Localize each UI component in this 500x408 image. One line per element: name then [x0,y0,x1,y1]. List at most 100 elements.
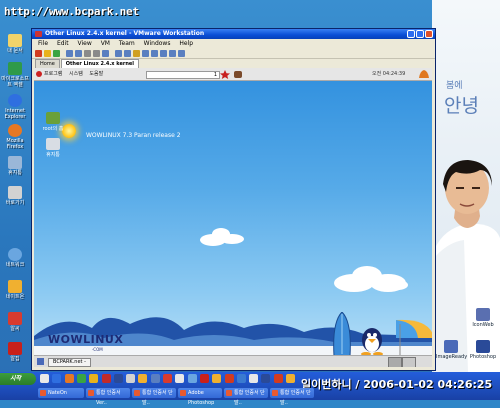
desktop-icon-label: 네트워크 [5,262,25,268]
redhat-menu-icon[interactable] [36,71,42,77]
panel-tray-icon[interactable] [418,69,430,79]
start-button[interactable]: 시작 [0,373,36,385]
toolbar-button-icon[interactable] [66,49,73,57]
desktop-icon-excel[interactable]: 마이크로소프트 엑셀 [0,62,30,88]
desktop-icon-imageready[interactable]: ImageReady [436,340,467,360]
desktop-icon-alsee[interactable]: 알씨 [0,312,30,332]
windows-taskbar: 시작 일이번하니 / 2006-01-02 04:26:25 NateOn 통합… [0,372,500,406]
desktop-icon-shortcut[interactable]: 바로가기 [0,186,30,206]
toolbar-button-icon[interactable] [151,49,158,57]
toolbar-button-icon[interactable] [178,49,185,57]
quick-launch-icon[interactable] [261,374,271,383]
task-cert-3[interactable]: 통합 인증서 단말.. [224,388,268,406]
toolbar-button-icon[interactable] [44,49,51,57]
desktop-icon-network[interactable]: 네트워크 [0,248,30,268]
panel-menu-system[interactable]: 시스템 [69,71,83,77]
quick-launch-icon[interactable] [89,374,99,383]
quick-launch-icon[interactable] [286,374,295,383]
quick-launch-icon[interactable] [236,374,246,383]
menu-windows[interactable]: Windows [144,40,171,47]
quick-launch-icon[interactable] [101,374,111,383]
menu-edit[interactable]: Edit [57,40,69,47]
quick-launch-icon[interactable] [76,374,86,383]
app-icon [476,308,490,321]
wallpaper-text-small: 봄에 [446,81,463,91]
task-photoshop[interactable]: Adobe Photoshop [178,388,222,406]
menu-help[interactable]: Help [179,40,193,47]
desktop-icon-label: 내 문서 [7,48,23,54]
toolbar-button-icon[interactable] [124,49,131,57]
quick-launch-icon[interactable] [150,374,160,383]
desktop-icon-label: IconWeb [472,322,494,328]
toolbar-button-icon[interactable] [115,49,122,57]
menu-file[interactable]: File [38,40,48,47]
task-nateon[interactable]: NateOn [38,388,84,398]
toolbar-button-icon[interactable] [169,49,176,57]
quick-launch-icon[interactable] [212,374,222,383]
sun-graphic [62,124,76,138]
desktop-icon-alzip[interactable]: 알집 [0,342,30,362]
quick-launch-icon[interactable] [40,374,49,383]
menu-vm[interactable]: VM [101,40,110,47]
desktop-icon-ie[interactable]: Internet Explorer [0,94,30,120]
toolbar-button-icon[interactable] [160,49,167,57]
penguin-mascot-graphic [361,319,432,356]
desktop-icon-photoshop[interactable]: Photoshop [468,340,498,360]
imageready-icon [444,340,458,353]
quick-launch-icon[interactable] [175,374,185,383]
minimize-button[interactable] [407,30,415,38]
desktop-icon-nateon[interactable]: 네이트온 [0,280,30,300]
maximize-button[interactable] [416,30,424,38]
quick-launch-icon[interactable] [64,374,74,383]
desktop-icon-firefox[interactable]: Mozilla Firefox [0,124,30,150]
guest-screen[interactable]: 프로그램 시스템 도움말 1 오전 04:24:39 root의 홈 휴지통 W… [34,68,432,367]
vmware-title-bar[interactable]: Other Linux 2.4.x kernel - VMware Workst… [32,29,435,39]
panel-menu-programs[interactable]: 프로그램 [44,71,62,77]
desktop-icon-label: 휴지통 [8,170,22,176]
desktop-icon-label: Mozilla Firefox [6,138,24,150]
menu-team[interactable]: Team [119,40,135,47]
desktop-icon-label: 마이크로소프트 엑셀 [1,76,29,88]
guest-icon-home[interactable]: root의 홈 [42,112,64,132]
panel-launcher-icons [220,70,242,79]
surfboard-graphic [333,312,351,356]
task-cert-2[interactable]: 통합 인증서 단말.. [132,388,176,406]
quick-launch-icon[interactable] [273,374,283,383]
quick-launch-icon[interactable] [187,374,197,383]
desktop-icon-recycle[interactable]: 휴지통 [0,156,30,176]
toolbar-button-icon[interactable] [84,49,91,57]
toolbar-button-icon[interactable] [133,49,140,57]
tab-linux-vm[interactable]: Other Linux 2.4.x kernel [60,59,139,68]
toolbar-button-icon[interactable] [102,49,109,57]
toolbar-button-icon[interactable] [142,49,149,57]
task-cert-1[interactable]: 통합 인증서 Ver.. [86,388,130,406]
quick-launch-icon[interactable] [163,374,172,383]
quick-launch-icon[interactable] [249,374,259,383]
quick-launch-icon[interactable] [138,374,148,383]
guest-icon-trash[interactable]: 휴지통 [42,138,64,158]
workspace-switcher[interactable] [388,357,402,367]
toolbar-button-icon[interactable] [53,49,60,57]
quick-launch-icon[interactable] [199,374,209,383]
toolbar-button-icon[interactable] [93,49,100,57]
guest-task-button[interactable]: BCPARK.net - [48,358,91,367]
quick-launch-icon[interactable] [52,374,62,383]
desktop-icon-iconweb[interactable]: IconWeb [468,308,498,328]
close-button[interactable] [425,30,433,38]
task-list: NateOn 통합 인증서 Ver.. 통합 인증서 단말.. Adobe Ph… [0,386,500,406]
task-cert-4[interactable]: 통합 인증서 단말.. [270,388,314,406]
panel-workspace-field[interactable]: 1 [146,71,220,79]
quick-launch-icon[interactable] [113,374,123,383]
show-desktop-icon[interactable] [37,358,44,365]
desktop-icon-my-documents[interactable]: 내 문서 [0,34,30,54]
toolbar-button-icon[interactable] [35,49,42,57]
menu-view[interactable]: View [78,40,92,47]
panel-menu-help[interactable]: 도움말 [89,71,103,77]
quick-launch-icon[interactable] [126,374,136,383]
tab-home[interactable]: Home [35,59,60,68]
workspace-switcher[interactable] [402,357,416,367]
vmware-menu-bar: File Edit View VM Team Windows Help [32,39,435,48]
toolbar-button-icon[interactable] [75,49,82,57]
vmware-window[interactable]: Other Linux 2.4.x kernel - VMware Workst… [31,28,436,371]
quick-launch-icon[interactable] [224,374,234,383]
